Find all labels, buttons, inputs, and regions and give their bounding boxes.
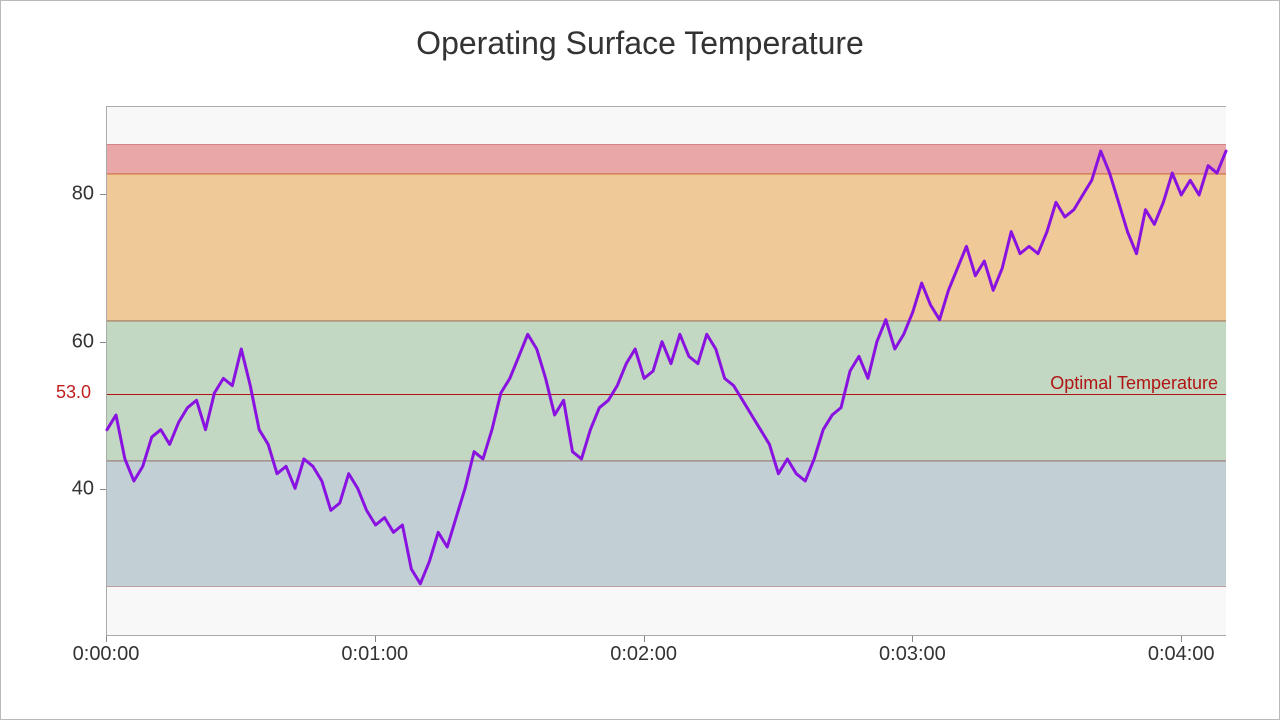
x-tick-label: 0:04:00	[1148, 643, 1215, 666]
line-series	[107, 107, 1226, 635]
x-tick-label: 0:01:00	[341, 643, 408, 666]
x-tick-label: 0:00:00	[73, 643, 140, 666]
reference-line-value-label: 53.0	[56, 382, 91, 403]
chart-card: Operating Surface Temperature 40 60 80 0:0…	[0, 0, 1280, 720]
chart-title: Operating Surface Temperature	[1, 25, 1279, 62]
y-tick-label: 60	[34, 330, 94, 353]
y-tick-label: 40	[34, 477, 94, 500]
plot-area[interactable]: Optimal Temperature	[106, 106, 1226, 636]
x-tick-label: 0:03:00	[879, 643, 946, 666]
x-tick-label: 0:02:00	[610, 643, 677, 666]
temperature-line	[107, 151, 1226, 584]
y-tick-label: 80	[34, 183, 94, 206]
